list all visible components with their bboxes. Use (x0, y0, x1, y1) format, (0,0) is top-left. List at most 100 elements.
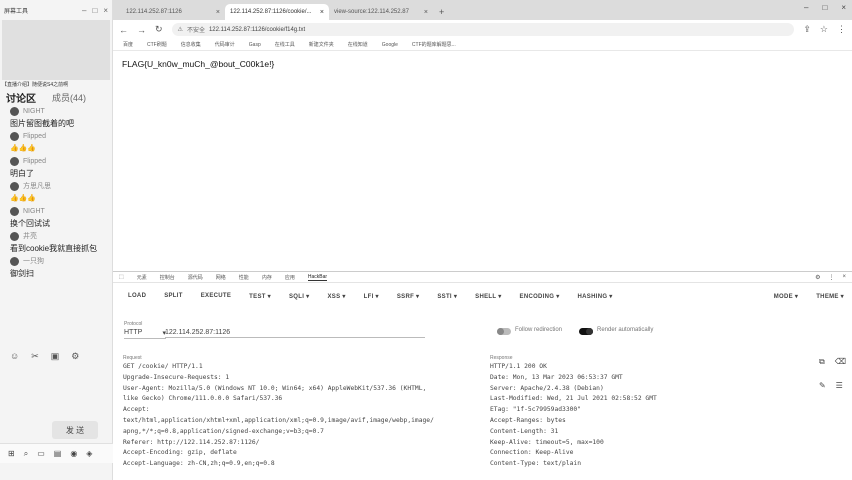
menu-icon[interactable]: ⋮ (837, 24, 846, 35)
bookmark[interactable]: 信息收集 (181, 41, 201, 48)
edit-icon[interactable]: ✎ (819, 381, 826, 390)
search-icon[interactable]: ⌕ (24, 449, 28, 459)
url-input[interactable]: 122.114.252.87:1126 (165, 329, 425, 338)
follow-redirection-toggle[interactable] (497, 328, 511, 335)
hackbar-ssti-menu[interactable]: SSTI ▾ (437, 293, 457, 300)
devtools-tab[interactable]: 元素 (137, 274, 147, 281)
taskbar: ⊞ ⌕ ▭ ▤ ◉ ◈ (0, 443, 113, 463)
app-icon[interactable]: ◈ (86, 449, 92, 458)
close-icon[interactable]: × (103, 6, 108, 15)
live-banner (2, 20, 110, 80)
folder-icon[interactable]: ▤ (54, 449, 62, 458)
bookmark[interactable]: 在线知道 (348, 41, 368, 48)
tab-title: 122.114.252.87:1126/cookie/... (230, 9, 312, 15)
chat-message: 方思凡思 👍👍👍 (0, 180, 112, 205)
security-label: 不安全 (186, 28, 205, 34)
list-icon[interactable]: ☰ (836, 381, 843, 390)
chat-message: Flipped 👍👍👍 (0, 130, 112, 155)
hackbar-hashing-menu[interactable]: HASHING ▾ (578, 293, 613, 300)
method-select[interactable]: HTTP ▾ (124, 329, 166, 339)
minimize-icon[interactable]: – (804, 3, 808, 12)
bookmark[interactable]: 百度 (123, 41, 133, 48)
bookmark[interactable]: CTF的题库解题思... (412, 41, 456, 48)
hackbar-test-menu[interactable]: TEST ▾ (249, 293, 271, 300)
forward-icon[interactable]: → (137, 25, 146, 35)
gear-icon[interactable]: ⚙ (815, 274, 820, 281)
devtools-tab-hackbar[interactable]: HackBar (307, 274, 328, 281)
scissors-icon[interactable]: ✂ (31, 351, 39, 362)
tab-members[interactable]: 成员(44) (52, 91, 86, 104)
settings-icon[interactable]: ⚙ (71, 351, 79, 362)
star-icon[interactable]: ☆ (820, 24, 828, 35)
bookmark[interactable]: 新建文件夹 (309, 41, 334, 48)
close-icon[interactable]: × (841, 3, 846, 12)
minimize-icon[interactable]: – (82, 6, 86, 15)
hackbar-lfi-menu[interactable]: LFI ▾ (364, 293, 379, 300)
hackbar-theme-menu[interactable]: THEME ▾ (816, 293, 844, 300)
hackbar-load-button[interactable]: LOAD (128, 293, 146, 299)
method-value: HTTP (124, 329, 143, 336)
toggle-knob (497, 328, 504, 335)
emoji-icon[interactable]: ☺ (10, 351, 19, 362)
browser-tab-active[interactable]: 122.114.252.87:1126/cookie/... × (225, 4, 329, 20)
task-view-icon[interactable]: ▭ (37, 449, 45, 458)
bookmark[interactable]: 在线工具 (275, 41, 295, 48)
clear-icon[interactable]: ⌫ (835, 357, 846, 367)
share-icon[interactable]: ⇪ (803, 24, 811, 35)
chat-message: NIGHT 图片留图截着的吧 (0, 105, 112, 130)
message-user: 井亮 (23, 233, 37, 240)
response-tools: ⧉ ⌫ ✎ ☰ (819, 357, 846, 390)
bookmark[interactable]: Gasp (249, 42, 261, 48)
hackbar-ssrf-menu[interactable]: SSRF ▾ (397, 293, 419, 300)
message-text: 换个回试试 (10, 219, 50, 228)
more-icon[interactable]: ⋮ (828, 274, 834, 281)
devtools-tab[interactable]: 性能 (239, 274, 249, 281)
devtools-tab[interactable]: 应用 (285, 274, 295, 281)
hackbar-mode-menu[interactable]: MODE ▾ (774, 293, 798, 300)
warning-icon: ⚠ (177, 27, 183, 33)
browser-tab[interactable]: 122.114.252.87:1126 × (121, 4, 225, 20)
hackbar-sqli-menu[interactable]: SQLI ▾ (289, 293, 309, 300)
devtools-tab[interactable]: 网络 (216, 274, 226, 281)
maximize-icon[interactable]: □ (822, 3, 827, 12)
back-icon[interactable]: ← (119, 25, 128, 35)
devtools-tab[interactable]: 内存 (262, 274, 272, 281)
close-tab-icon[interactable]: × (216, 9, 220, 16)
avatar (10, 206, 19, 216)
devtools-tab[interactable]: 控制台 (160, 274, 175, 281)
chat-message: 一只狗 御剑扫 (0, 255, 112, 280)
copy-icon[interactable]: ⧉ (819, 357, 825, 367)
maximize-icon[interactable]: □ (92, 6, 97, 15)
hackbar-xss-menu[interactable]: XSS ▾ (327, 293, 345, 300)
bookmark[interactable]: CTF刷题 (147, 41, 167, 48)
avatar (10, 256, 19, 266)
response-panel: Response HTTP/1.1 200 OK Date: Mon, 13 M… (490, 354, 720, 470)
hackbar-shell-menu[interactable]: SHELL ▾ (475, 293, 501, 300)
hackbar-split-button[interactable]: SPLIT (164, 293, 183, 299)
close-icon[interactable]: × (842, 274, 846, 281)
bookmark[interactable]: Google (382, 42, 398, 48)
windows-icon[interactable]: ⊞ (8, 449, 15, 458)
hackbar-encoding-menu[interactable]: ENCODING ▾ (520, 293, 560, 300)
reload-icon[interactable]: ↻ (155, 24, 163, 35)
browser-tab[interactable]: view-source:122.114.252.87 × (329, 4, 433, 20)
tab-discuss[interactable]: 讨论区 (6, 90, 36, 105)
message-emoji: 👍👍👍 (10, 195, 37, 202)
new-tab-icon[interactable]: + (433, 7, 444, 20)
tab-bar: 122.114.252.87:1126 × 122.114.252.87:1126… (113, 0, 852, 20)
close-tab-icon[interactable]: × (424, 9, 428, 16)
bookmark[interactable]: 代码审计 (215, 41, 235, 48)
message-user: Flipped (23, 157, 46, 165)
browser-icon[interactable]: ◉ (70, 449, 77, 458)
close-tab-icon[interactable]: × (320, 9, 324, 16)
inspect-icon[interactable]: ⬚ (119, 274, 124, 280)
image-icon[interactable]: ▣ (51, 351, 60, 362)
address-bar[interactable]: ⚠ 不安全 122.114.252.87:1126/cookie/f14g.tx… (171, 23, 795, 36)
hackbar-execute-button[interactable]: EXECUTE (201, 293, 231, 299)
url-text[interactable]: 122.114.252.87:1126/cookie/f14g.txt (209, 27, 305, 33)
devtools-tab[interactable]: 源代码 (188, 274, 203, 281)
render-automatically-toggle[interactable] (579, 328, 593, 335)
message-text: 御剑扫 (10, 269, 34, 278)
send-button[interactable]: 发 送 (52, 421, 98, 439)
message-text: 看到cookie我就直接抓包 (10, 244, 98, 253)
